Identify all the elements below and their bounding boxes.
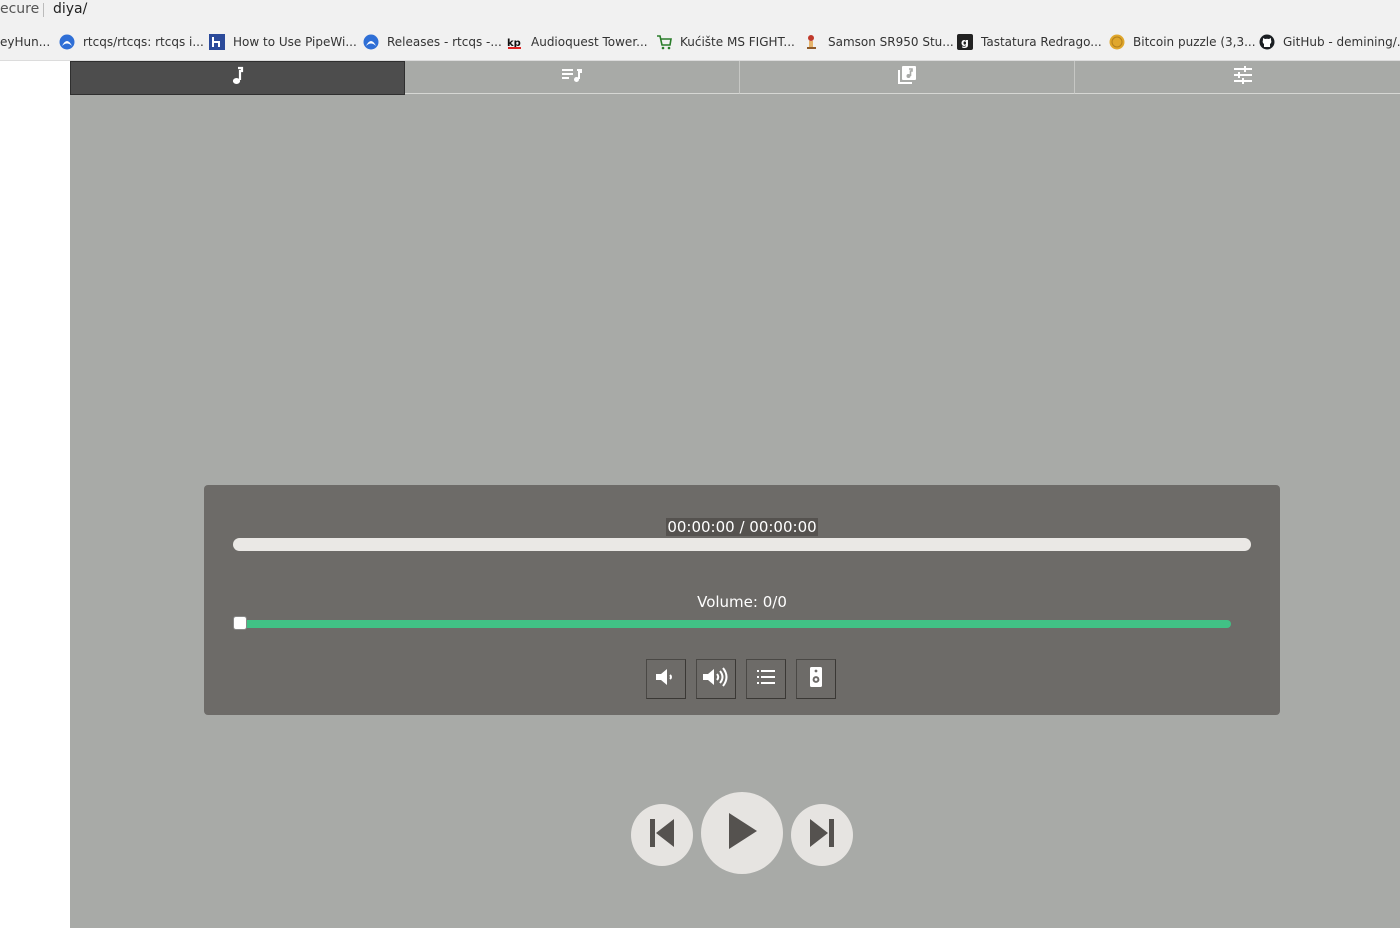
tab-now-playing[interactable] [70, 61, 405, 95]
bookmark-8[interactable]: Bitcoin puzzle (3,3... [1109, 33, 1256, 51]
page-left-margin [0, 61, 70, 928]
skip-previous-icon [648, 818, 676, 852]
kp-logo-icon: kp [507, 34, 523, 50]
mascot-icon [804, 34, 820, 50]
music-note-icon [230, 66, 246, 90]
bookmark-7[interactable]: g Tastatura Redrago... [957, 33, 1102, 51]
bookmark-label: rtcqs/rtcqs: rtcqs i... [83, 35, 204, 49]
tab-library[interactable] [740, 61, 1075, 94]
shopping-cart-icon [656, 34, 672, 50]
player-panel: 00:00:00 / 00:00:00 Volume: 0/0 [204, 485, 1280, 715]
rtcqs-logo-icon [59, 34, 75, 50]
bookmark-9[interactable]: GitHub - demining/... [1259, 33, 1400, 51]
bookmark-1[interactable]: rtcqs/rtcqs: rtcqs i... [59, 33, 204, 51]
bookmark-label: Releases - rtcqs -... [387, 35, 502, 49]
bookmark-label: Bitcoin puzzle (3,3... [1133, 35, 1256, 49]
bookmark-6[interactable]: Samson SR950 Stu... [804, 33, 954, 51]
output-device-button[interactable] [796, 659, 836, 699]
bookmark-4[interactable]: kp Audioquest Tower... [507, 33, 648, 51]
play-icon [725, 812, 759, 854]
bookmark-5[interactable]: Kućište MS FIGHT... [656, 33, 795, 51]
volume-down-icon [653, 665, 679, 693]
coin-icon [1109, 34, 1125, 50]
bookmark-label: Kućište MS FIGHT... [680, 35, 795, 49]
rtcqs-logo-icon [363, 34, 379, 50]
list-button[interactable] [746, 659, 786, 699]
url-bar[interactable]: ecure diya/ [0, 0, 1400, 24]
bookmark-label: GitHub - demining/... [1283, 35, 1400, 49]
url-path[interactable]: diya/ [53, 0, 87, 19]
speaker-icon [808, 666, 824, 692]
tab-queue[interactable] [405, 61, 740, 94]
bookmark-label: Tastatura Redrago... [981, 35, 1102, 49]
bookmark-label: How to Use PipeWi... [233, 35, 357, 49]
volume-up-button[interactable] [696, 659, 736, 699]
tab-bar [70, 61, 1400, 95]
music-player-app: 00:00:00 / 00:00:00 Volume: 0/0 [70, 61, 1400, 928]
time-display: 00:00:00 / 00:00:00 [204, 518, 1280, 536]
progress-bar[interactable] [233, 538, 1251, 551]
svg-text:g: g [961, 36, 969, 49]
url-secure-fragment: ecure [0, 1, 40, 17]
g-logo-icon: g [957, 34, 973, 50]
volume-slider-thumb[interactable] [233, 616, 247, 630]
skip-next-icon [808, 818, 836, 852]
time-text: 00:00:00 / 00:00:00 [666, 518, 818, 536]
volume-slider-track[interactable] [240, 620, 1231, 628]
github-icon [1259, 34, 1275, 50]
list-icon [756, 668, 776, 690]
bookmark-label: Samson SR950 Stu... [828, 35, 954, 49]
library-music-icon [896, 64, 918, 90]
previous-track-button[interactable] [631, 804, 693, 866]
bookmark-label: Audioquest Tower... [531, 35, 648, 49]
bookmark-2[interactable]: How to Use PipeWi... [209, 33, 357, 51]
tab-settings[interactable] [1075, 61, 1400, 94]
h-logo-icon [209, 34, 225, 50]
url-separator [43, 3, 44, 17]
bookmark-3[interactable]: Releases - rtcqs -... [363, 33, 502, 51]
volume-label: Volume: 0/0 [697, 593, 787, 611]
play-button[interactable] [701, 792, 783, 874]
volume-up-icon [701, 665, 731, 693]
playlist-icon [561, 66, 583, 88]
bookmarks-bar: eyHun... rtcqs/rtcqs: rtcqs i... How to … [0, 24, 1400, 61]
sliders-icon [1232, 65, 1254, 89]
bookmark-0[interactable]: eyHun... [0, 33, 50, 51]
volume-down-button[interactable] [646, 659, 686, 699]
bookmark-label: eyHun... [0, 35, 51, 49]
next-track-button[interactable] [791, 804, 853, 866]
